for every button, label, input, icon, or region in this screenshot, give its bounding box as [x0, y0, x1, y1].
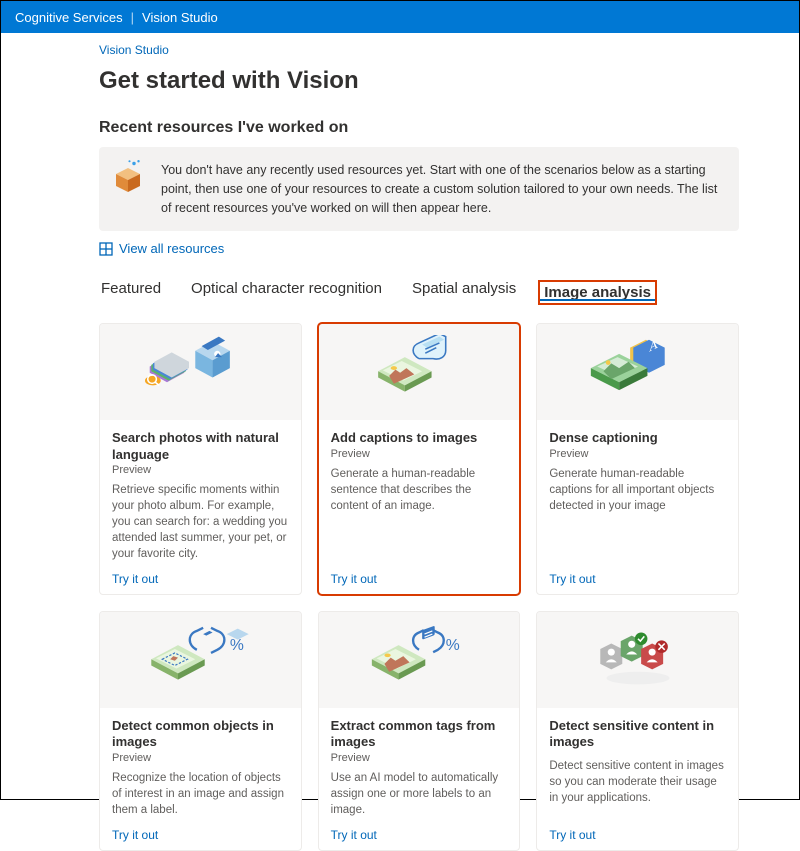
card-title: Detect common objects in images — [112, 718, 289, 751]
tab-ocr[interactable]: Optical character recognition — [189, 276, 384, 305]
card-thumb: % — [319, 612, 520, 708]
card-detect-sensitive[interactable]: Detect sensitive content in images Detec… — [536, 611, 739, 851]
card-desc: Generate human-readable captions for all… — [549, 466, 726, 514]
card-search-photos[interactable]: Search photos with natural language Prev… — [99, 323, 302, 595]
card-detect-objects[interactable]: % Detect common objects in ima — [99, 611, 302, 851]
card-title: Dense captioning — [549, 430, 726, 446]
card-thumb — [537, 612, 738, 708]
card-thumb — [100, 324, 301, 420]
card-desc: Recognize the location of objects of int… — [112, 770, 289, 818]
card-desc: Detect sensitive content in images so yo… — [549, 758, 726, 806]
card-add-captions[interactable]: Add captions to images Preview Generate … — [318, 323, 521, 595]
try-it-out-link[interactable]: Try it out — [331, 818, 508, 842]
top-bar: Cognitive Services | Vision Studio — [1, 1, 799, 33]
page-title: Get started with Vision — [99, 67, 739, 95]
recent-empty-notice: You don't have any recently used resourc… — [99, 147, 739, 231]
card-thumb — [319, 324, 520, 420]
section-name: Vision Studio — [142, 10, 218, 25]
grid-icon — [99, 242, 113, 256]
preview-badge: Preview — [331, 752, 508, 764]
scenario-grid: Search photos with natural language Prev… — [99, 323, 739, 851]
recent-heading: Recent resources I've worked on — [99, 119, 739, 137]
card-desc: Generate a human-readable sentence that … — [331, 466, 508, 514]
breadcrumb[interactable]: Vision Studio — [99, 43, 739, 57]
preview-badge: Preview — [112, 464, 289, 476]
preview-badge: Preview — [112, 752, 289, 764]
tab-spatial[interactable]: Spatial analysis — [410, 276, 518, 305]
view-all-resources-link[interactable]: View all resources — [99, 241, 739, 256]
card-title: Detect sensitive content in images — [549, 718, 726, 751]
view-all-label: View all resources — [119, 241, 224, 256]
card-title: Search photos with natural language — [112, 430, 289, 463]
open-box-icon — [113, 159, 149, 195]
product-name: Cognitive Services — [15, 10, 123, 25]
card-dense-captioning[interactable]: A Dense captioning Preview Generate huma… — [536, 323, 739, 595]
category-tabs: Featured Optical character recognition S… — [99, 276, 739, 305]
svg-text:%: % — [230, 637, 244, 654]
card-title: Extract common tags from images — [331, 718, 508, 751]
card-desc: Retrieve specific moments within your ph… — [112, 482, 289, 562]
try-it-out-link[interactable]: Try it out — [112, 818, 289, 842]
recent-empty-text: You don't have any recently used resourc… — [161, 163, 717, 215]
try-it-out-link[interactable]: Try it out — [549, 818, 726, 842]
tab-featured[interactable]: Featured — [99, 276, 163, 305]
tab-image-analysis[interactable]: Image analysis — [538, 280, 657, 305]
try-it-out-link[interactable]: Try it out — [549, 562, 726, 586]
card-desc: Use an AI model to automatically assign … — [331, 770, 508, 818]
try-it-out-link[interactable]: Try it out — [331, 562, 508, 586]
separator: | — [131, 10, 134, 25]
preview-badge: Preview — [331, 448, 508, 460]
card-title: Add captions to images — [331, 430, 508, 446]
card-extract-tags[interactable]: % Extract common tags from images Previe… — [318, 611, 521, 851]
card-thumb: A — [537, 324, 738, 420]
try-it-out-link[interactable]: Try it out — [112, 562, 289, 586]
svg-text:%: % — [446, 637, 460, 654]
card-thumb: % — [100, 612, 301, 708]
preview-badge: Preview — [549, 448, 726, 460]
